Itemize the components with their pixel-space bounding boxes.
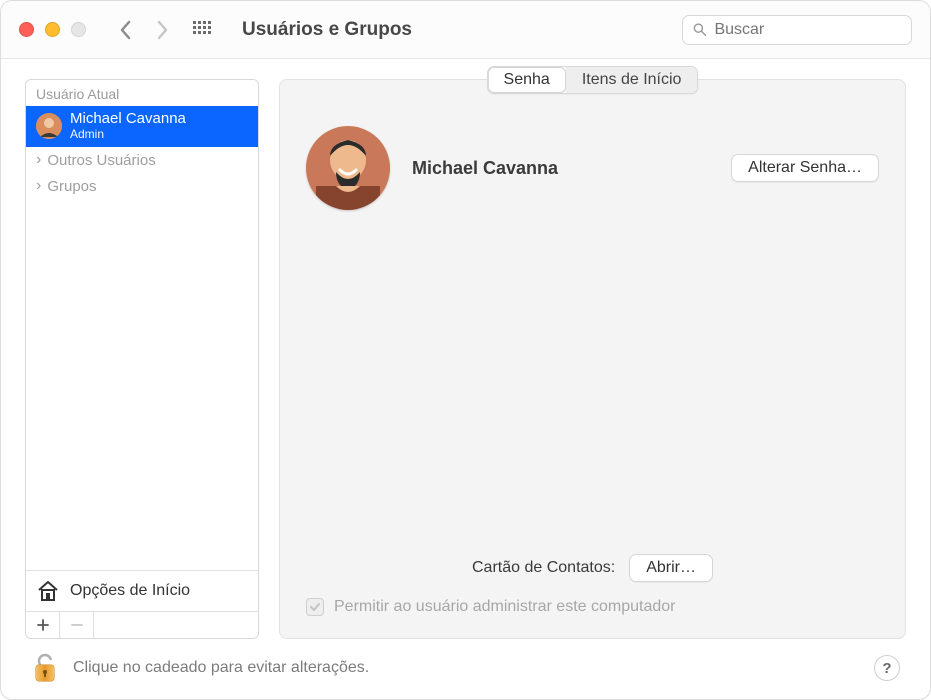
login-options-button[interactable]: Opções de Início [26,570,258,611]
current-user-heading: Usuário Atual [26,80,258,106]
sidebar-groups[interactable]: › Grupos [26,173,258,199]
add-user-button[interactable] [26,612,60,638]
change-password-button[interactable]: Alterar Senha… [731,154,879,182]
current-user-name: Michael Cavanna [70,110,186,127]
login-options-label: Opções de Início [70,582,190,600]
search-input[interactable] [714,21,901,39]
chevron-right-icon: › [36,151,41,169]
minimize-window-button[interactable] [45,22,60,37]
lock-hint-text: Clique no cadeado para evitar alterações… [73,659,860,677]
main-panel: Senha Itens de Início [279,79,906,639]
search-icon [693,22,706,37]
user-list-sidebar: Usuário Atual Michael Cavanna Admin [25,79,259,639]
window-controls [19,22,86,37]
tab-login-items[interactable]: Itens de Início [566,67,698,93]
sidebar-item-label: Outros Usuários [47,152,155,169]
back-button[interactable] [112,16,140,44]
checkmark-icon [309,601,321,613]
profile-row: Michael Cavanna Alterar Senha… [306,126,879,210]
user-avatar[interactable] [306,126,390,210]
add-remove-bar [26,611,258,638]
sidebar-current-user-row[interactable]: Michael Cavanna Admin [26,106,258,147]
forward-button[interactable] [148,16,176,44]
titlebar: Usuários e Grupos [1,1,930,59]
close-window-button[interactable] [19,22,34,37]
users-groups-window: Usuários e Grupos Usuário Atual [0,0,931,700]
contacts-card-row: Cartão de Contatos: Abrir… [306,544,879,582]
zoom-window-button [71,22,86,37]
tab-bar: Senha Itens de Início [487,66,699,94]
show-all-prefs-button[interactable] [188,16,216,44]
search-field[interactable] [682,15,912,45]
avatar-icon [306,126,390,210]
unlocked-padlock-icon[interactable] [31,653,59,683]
current-user-role: Admin [70,127,186,141]
admin-checkbox-row: Permitir ao usuário administrar este com… [306,598,879,616]
footer: Clique no cadeado para evitar alterações… [25,639,906,683]
plus-icon [37,619,49,631]
window-title: Usuários e Grupos [242,19,412,41]
remove-user-button[interactable] [60,612,94,638]
sidebar-other-users[interactable]: › Outros Usuários [26,147,258,173]
sidebar-item-label: Grupos [47,178,96,195]
minus-icon [71,619,83,631]
tab-password[interactable]: Senha [488,67,566,93]
contacts-card-label: Cartão de Contatos: [472,559,615,577]
user-full-name: Michael Cavanna [412,158,709,179]
grid-icon [193,21,211,39]
admin-checkbox-label: Permitir ao usuário administrar este com… [334,598,675,616]
chevron-right-icon: › [36,177,41,195]
avatar-icon [36,113,62,139]
help-button[interactable]: ? [874,655,900,681]
admin-checkbox [306,598,324,616]
open-contacts-button[interactable]: Abrir… [629,554,713,582]
home-icon [36,579,60,603]
content-area: Usuário Atual Michael Cavanna Admin [1,59,930,699]
